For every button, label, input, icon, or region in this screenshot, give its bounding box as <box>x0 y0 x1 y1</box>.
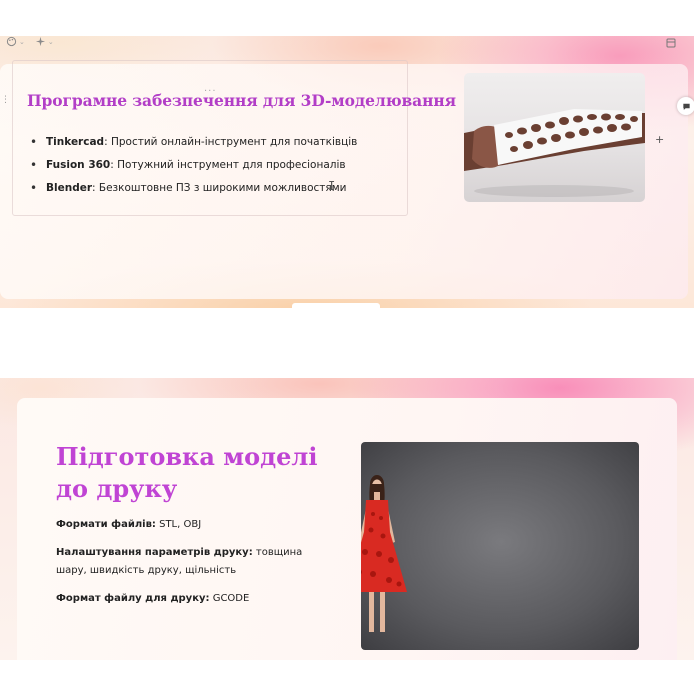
red-dress-illustration <box>361 475 407 632</box>
para-text: STL, OBJ <box>155 519 202 530</box>
print-settings-paragraph: Налаштування параметрів друку: товщина ш… <box>56 544 326 580</box>
red-dress-models-image <box>361 442 639 650</box>
layout-icon[interactable] <box>666 38 676 48</box>
theme-button[interactable]: ⌄ <box>6 36 25 47</box>
plus-icon[interactable]: + <box>655 133 664 146</box>
slide-1-title[interactable]: Програмне забезпечення для 3D-моделюванн… <box>27 91 456 110</box>
ai-assist-button[interactable]: ⌄ <box>35 36 54 47</box>
item-desc: : Безкоштовне ПЗ з широкими можливостями <box>92 182 347 194</box>
print-file-format-paragraph: Формат файлу для друку: GCODE <box>56 590 326 608</box>
software-list[interactable]: Tinkercad: Простий онлайн-інструмент для… <box>30 135 358 205</box>
chevron-down-icon: ⌄ <box>19 37 25 46</box>
lattice-cast-image[interactable] <box>464 73 645 202</box>
item-term: Fusion 360 <box>46 159 111 171</box>
para-label: Формати файлів: <box>56 519 156 530</box>
text-cursor-icon: I <box>328 179 336 193</box>
file-formats-paragraph: Формати файлів: STL, OBJ <box>56 516 326 534</box>
comment-icon <box>682 103 690 110</box>
item-desc: : Потужний інструмент для професіоналів <box>110 159 346 171</box>
list-item: Tinkercad: Простий онлайн-інструмент для… <box>30 135 358 159</box>
slide-divider-tab <box>292 303 380 308</box>
comment-button[interactable] <box>677 97 694 115</box>
para-text: GCODE <box>209 593 250 604</box>
chevron-down-icon: ⌄ <box>47 37 54 46</box>
slide-2-title: Підготовка моделі до друку <box>56 442 318 503</box>
item-term: Tinkercad <box>46 136 105 148</box>
slide-toolbar: ⌄ ⌄ <box>6 36 54 47</box>
theme-palette-icon <box>6 36 17 47</box>
para-label: Формат файлу для друку: <box>56 593 210 604</box>
list-item: Blender: Безкоштовне ПЗ з широкими можли… <box>30 181 357 205</box>
item-desc: : Простий онлайн-інструмент для початків… <box>104 136 358 148</box>
lattice-cast-illustration <box>464 109 645 197</box>
ai-sparkle-icon <box>35 36 45 47</box>
para-label: Налаштування параметрів друку: <box>56 547 253 558</box>
list-item: Fusion 360: Потужний інструмент для проф… <box>30 158 357 182</box>
item-term: Blender <box>46 182 93 194</box>
drag-handle-icon[interactable]: ⋮ <box>1 96 10 105</box>
